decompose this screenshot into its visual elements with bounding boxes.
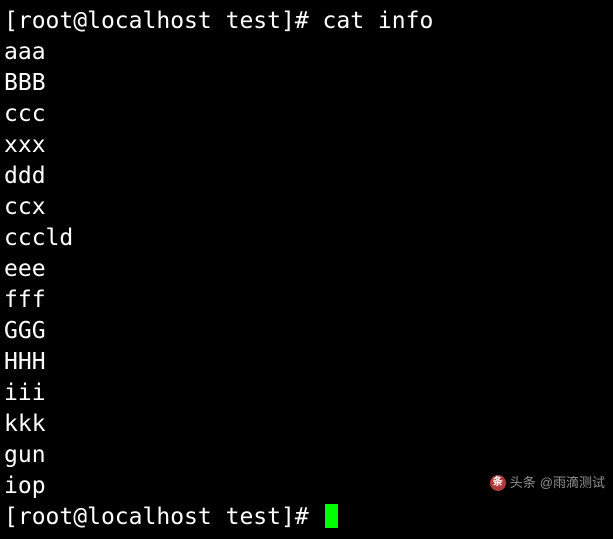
output-line: ddd [4,161,609,192]
prompt-path: test [226,8,281,34]
output-line: xxx [4,130,609,161]
command-line-1: [root@localhost test]# cat info [4,6,609,37]
prompt-host: localhost [87,504,212,530]
output-line: aaa [4,37,609,68]
prompt-at: @ [73,504,87,530]
output-line: fff [4,285,609,316]
output-line: HHH [4,347,609,378]
prompt-user: root [18,504,73,530]
prompt-path: test [226,504,281,530]
output-line: GGG [4,316,609,347]
prompt-close: ]# [281,8,323,34]
watermark: 条 头条 @雨滴测试 [490,467,605,498]
terminal-window[interactable]: [root@localhost test]# cat info aaa BBB … [0,0,613,539]
prompt-open-bracket: [ [4,504,18,530]
output-line: BBB [4,68,609,99]
output-line: ccx [4,192,609,223]
prompt-open-bracket: [ [4,8,18,34]
output-line: cccld [4,223,609,254]
watermark-prefix: 头条 [510,467,536,498]
terminal-cursor [325,504,338,528]
prompt-space [212,504,226,530]
prompt-at: @ [73,8,87,34]
typed-command: cat info [323,8,434,34]
watermark-handle: @雨滴测试 [540,467,605,498]
watermark-icon: 条 [490,475,506,491]
output-line: eee [4,254,609,285]
command-line-2[interactable]: [root@localhost test]# [4,502,609,533]
prompt-close: ]# [281,504,323,530]
output-line: ccc [4,99,609,130]
prompt-host: localhost [87,8,212,34]
output-line: kkk [4,409,609,440]
output-line: iii [4,378,609,409]
prompt-user: root [18,8,73,34]
prompt-space [212,8,226,34]
